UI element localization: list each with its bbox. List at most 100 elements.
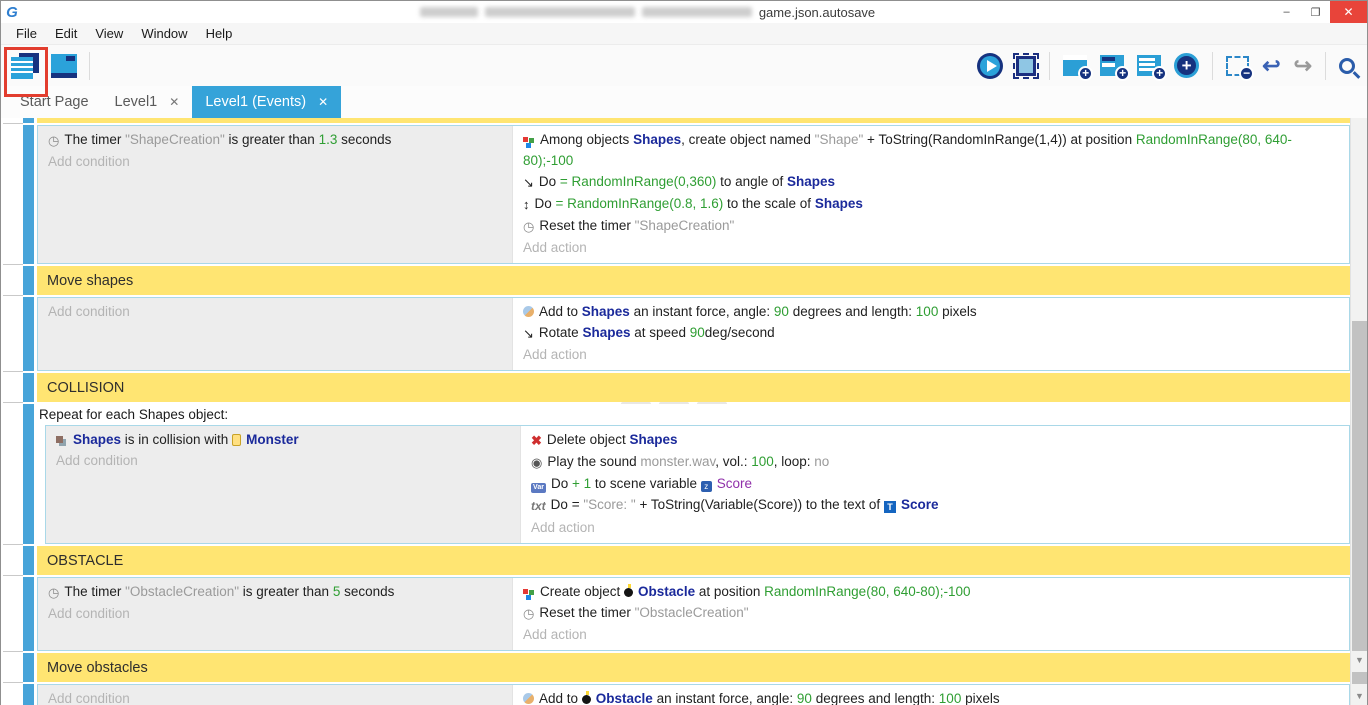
create-icon xyxy=(523,137,528,142)
text-segment: Monster xyxy=(246,432,299,447)
tab-level1[interactable]: Level1✕ xyxy=(102,86,193,118)
clock-icon: ◷ xyxy=(48,582,59,603)
txt-icon: txt xyxy=(531,496,546,517)
text-segment: pixels xyxy=(938,304,976,319)
plus-icon: + xyxy=(1078,66,1093,81)
action[interactable]: Among objects Shapes, create object name… xyxy=(523,129,1341,171)
menu-file[interactable]: File xyxy=(7,26,46,41)
menu-edit[interactable]: Edit xyxy=(46,26,86,41)
action[interactable]: Add to Shapes an instant force, angle: 9… xyxy=(523,301,1341,322)
text-segment: pixels xyxy=(961,691,999,705)
action[interactable]: Create object Obstacle at position Rando… xyxy=(523,581,1341,602)
group-header[interactable]: COLLISION xyxy=(37,373,1350,402)
text-segment: Rotate xyxy=(539,325,583,340)
text-segment: Add to xyxy=(539,304,582,319)
remove-event-button[interactable]: − xyxy=(1226,56,1249,76)
text-segment: to the text of xyxy=(802,497,884,512)
action[interactable]: ↕Do = RandomInRange(0.8, 1.6) to the sca… xyxy=(523,193,1341,215)
text-segment: an instant force, angle: xyxy=(653,691,797,705)
add-condition-button[interactable]: Add condition xyxy=(48,603,504,624)
text-segment: 100 xyxy=(751,454,774,469)
maximize-button[interactable]: ❐ xyxy=(1301,1,1330,23)
condition[interactable]: ◷The timer "ShapeCreation" is greater th… xyxy=(48,129,504,151)
redo-icon[interactable]: ↪ xyxy=(1294,56,1312,76)
text-segment: + ToString(RandomInRange(1,4)) at positi… xyxy=(863,132,1136,147)
menu-window[interactable]: Window xyxy=(132,26,196,41)
scroll-down-icon[interactable]: ▼ xyxy=(1352,653,1367,668)
group-header[interactable]: Move obstacles xyxy=(37,653,1350,682)
event-block: ◷The timer "ObstacleCreation" is greater… xyxy=(37,577,1350,651)
action[interactable]: ◷Reset the timer "ObstacleCreation" xyxy=(523,602,1341,624)
text-segment: to angle of xyxy=(716,174,787,189)
add-action-button[interactable]: Add action xyxy=(523,344,1341,365)
action[interactable]: ◉Play the sound monster.wav, vol.: 100, … xyxy=(531,451,1341,473)
menu-view[interactable]: View xyxy=(86,26,132,41)
plus-icon: + xyxy=(1152,66,1167,81)
action[interactable]: ✖Delete object Shapes xyxy=(531,429,1341,451)
events-editor: ◷The timer "ShapeCreation" is greater th… xyxy=(1,118,1367,705)
condition[interactable]: Shapes is in collision with Monster xyxy=(56,429,512,450)
close-tab-icon[interactable]: ✕ xyxy=(318,95,328,109)
preview-play-button[interactable] xyxy=(977,53,1003,79)
sound-icon: ◉ xyxy=(531,452,542,473)
scene-editor-icon[interactable] xyxy=(51,54,77,78)
events-sheet: ◷The timer "ShapeCreation" is greater th… xyxy=(37,118,1350,705)
add-action-button[interactable]: Add action xyxy=(523,237,1341,258)
text-segment: Obstacle xyxy=(638,584,695,599)
scrollbar-thumb[interactable] xyxy=(1352,321,1367,651)
undo-icon[interactable]: ↩ xyxy=(1262,56,1280,76)
text-segment: 100 xyxy=(939,691,962,705)
text-segment: an instant force, angle: xyxy=(630,304,774,319)
add-action-button[interactable]: Add action xyxy=(523,624,1341,645)
foreach-label[interactable]: Repeat for each Shapes object: xyxy=(37,404,1350,425)
text-segment: at speed xyxy=(630,325,689,340)
clock-icon: ◷ xyxy=(48,130,59,151)
text-segment: = RandomInRange(0,360) xyxy=(560,174,716,189)
redacted-title-segment xyxy=(485,7,635,17)
action[interactable]: Add to Obstacle an instant force, angle:… xyxy=(523,688,1341,705)
action[interactable]: ↘Do = RandomInRange(0,360) to angle of S… xyxy=(523,171,1341,193)
add-comment-button[interactable]: + xyxy=(1137,55,1161,76)
group-title: Move obstacles xyxy=(47,660,148,676)
add-action-button[interactable]: Add action xyxy=(531,517,1341,538)
menu-help[interactable]: Help xyxy=(197,26,242,41)
text-segment: 90 xyxy=(797,691,812,705)
add-condition-button[interactable]: Add condition xyxy=(56,450,512,471)
add-condition-button[interactable]: Add condition xyxy=(48,688,504,705)
add-subevent-button[interactable]: + xyxy=(1100,55,1124,76)
add-condition-button[interactable]: Add condition xyxy=(48,301,504,322)
textobj-icon: T xyxy=(884,501,896,513)
condition[interactable]: ◷The timer "ObstacleCreation" is greater… xyxy=(48,581,504,603)
vertical-scrollbar[interactable]: ▼ ▼ xyxy=(1350,118,1367,705)
text-segment: monster.wav xyxy=(640,454,715,469)
tab-level1-events[interactable]: Level1 (Events)✕ xyxy=(192,86,341,118)
text-segment: + 1 xyxy=(572,476,591,491)
conditions-cell: ◷The timer "ShapeCreation" is greater th… xyxy=(38,126,512,263)
title-bar: G game.json.autosave – ❐ ✕ xyxy=(1,1,1367,23)
minimize-button[interactable]: – xyxy=(1272,1,1301,23)
group-header[interactable]: Move shapes xyxy=(37,266,1350,295)
bomb-icon xyxy=(582,695,591,704)
close-button[interactable]: ✕ xyxy=(1330,1,1367,23)
action[interactable]: ↘Rotate Shapes at speed 90deg/second xyxy=(523,322,1341,344)
actions-cell: Create object Obstacle at position Rando… xyxy=(512,578,1349,650)
add-builtin-event-button[interactable]: + xyxy=(1174,53,1199,78)
text-segment: Obstacle xyxy=(596,691,653,705)
action[interactable]: ◷Reset the timer "ShapeCreation" xyxy=(523,215,1341,237)
debug-button[interactable] xyxy=(1016,56,1036,76)
event-block: Add condition Add to Obstacle an instant … xyxy=(37,684,1350,705)
group-title: Move shapes xyxy=(47,273,133,289)
add-condition-button[interactable]: Add condition xyxy=(48,151,504,172)
group-header[interactable]: OBSTACLE xyxy=(37,546,1350,575)
search-icon[interactable] xyxy=(1339,58,1355,74)
close-tab-icon[interactable]: ✕ xyxy=(169,95,179,109)
add-event-button[interactable]: + xyxy=(1063,55,1087,76)
action[interactable]: VarDo + 1 to scene variable zScore xyxy=(531,473,1341,494)
text-segment: = xyxy=(572,497,584,512)
text-segment: Do xyxy=(535,196,556,211)
text-segment: is in collision with xyxy=(121,432,232,447)
scroll-down-icon[interactable]: ▼ xyxy=(1352,689,1367,704)
action[interactable]: txtDo = "Score: " + ToString(Variable(Sc… xyxy=(531,494,1341,517)
text-segment: Do xyxy=(539,174,560,189)
varbadge-icon: Var xyxy=(531,483,546,493)
